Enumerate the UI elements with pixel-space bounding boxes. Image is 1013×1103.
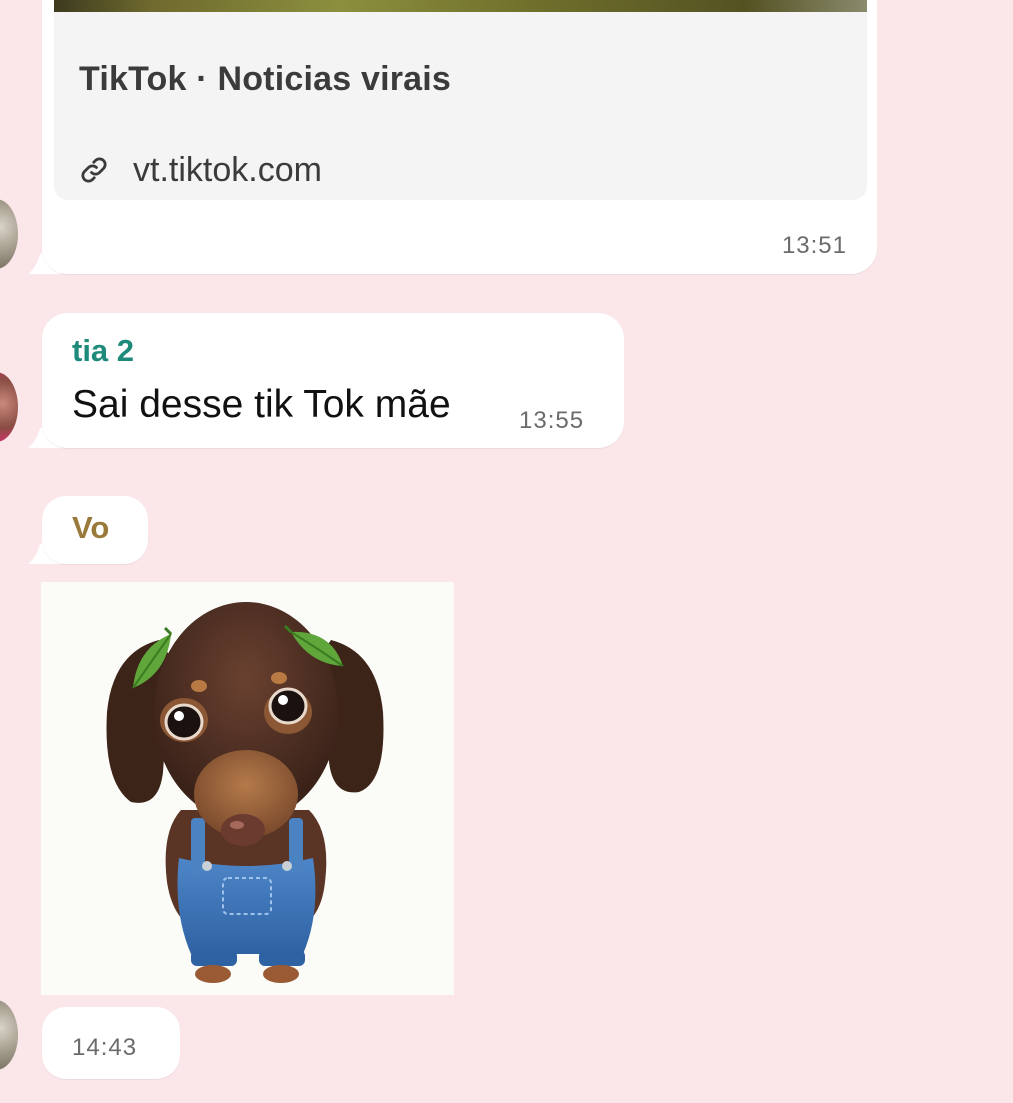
- link-preview-title: TikTok · Noticias virais: [79, 60, 452, 98]
- link-preview-url[interactable]: vt.tiktok.com: [79, 150, 322, 190]
- link-preview-thumbnail[interactable]: [54, 0, 867, 12]
- avatar[interactable]: [0, 372, 18, 442]
- sticker-timestamp-bubble: 14:43: [42, 1007, 180, 1079]
- link-icon: [81, 157, 107, 183]
- message-bubble[interactable]: tia 2 Sai desse tik Tok mãe 13:55: [42, 313, 624, 448]
- dachshund-puppy-in-overalls-sticker[interactable]: [41, 582, 454, 995]
- message-text: Sai desse tik Tok mãe: [72, 383, 451, 426]
- message-timestamp: 13:51: [781, 232, 847, 259]
- avatar[interactable]: [0, 199, 18, 269]
- message-timestamp: 13:55: [519, 407, 585, 434]
- message-timestamp: 14:43: [72, 1034, 138, 1061]
- sender-name-bubble[interactable]: Vo: [42, 496, 148, 564]
- link-domain: vt.tiktok.com: [133, 150, 322, 189]
- message-bubble[interactable]: TikTok · Noticias virais vt.tiktok.com 1…: [42, 0, 877, 274]
- sender-name[interactable]: Vo: [72, 510, 109, 546]
- link-preview-card[interactable]: TikTok · Noticias virais vt.tiktok.com: [54, 12, 867, 200]
- avatar[interactable]: [0, 1000, 18, 1070]
- sender-name[interactable]: tia 2: [72, 333, 134, 369]
